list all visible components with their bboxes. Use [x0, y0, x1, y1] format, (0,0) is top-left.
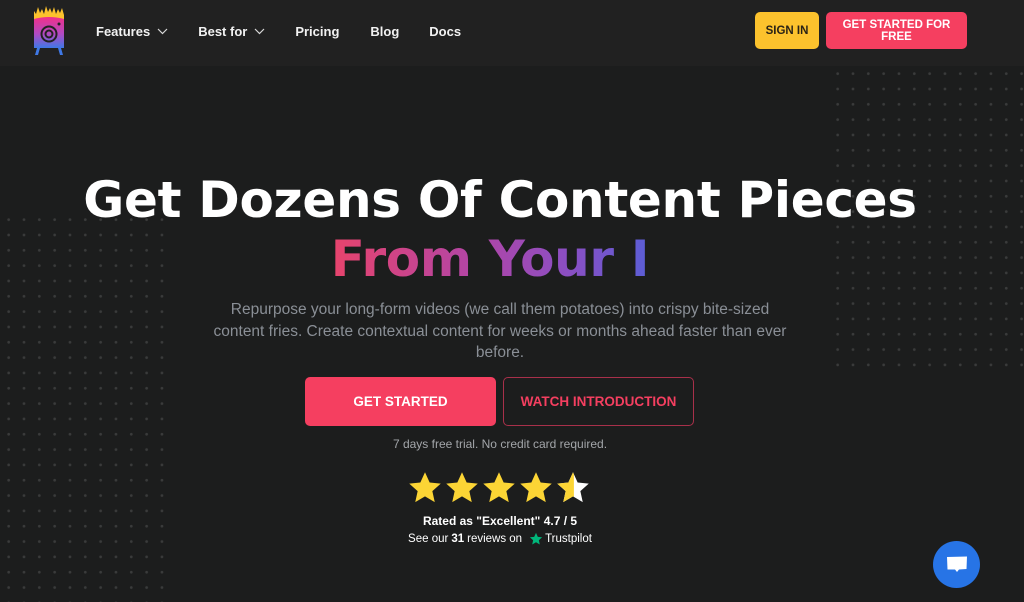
nav-item-label: Docs — [429, 23, 462, 39]
nav-item-best-for[interactable]: Best for — [198, 24, 265, 39]
navbar: Features Best for Pricing Blog Docs SIGN… — [0, 0, 1024, 66]
chevron-down-icon — [157, 28, 168, 34]
main-nav: Features Best for Pricing Blog Docs — [96, 0, 461, 62]
rating-text: Rated as "Excellent" 4.7 / 5 — [422, 514, 578, 528]
reviews-suffix: reviews on — [467, 533, 523, 545]
hero-title: Get Dozens Of Content Pieces — [83, 171, 917, 229]
trustpilot-star-icon — [529, 532, 543, 545]
star-full-icon — [409, 472, 441, 503]
rating-stars — [407, 469, 593, 507]
nav-item-label: Best for — [198, 23, 248, 39]
star-partial-icon — [557, 472, 589, 503]
chat-icon — [946, 556, 967, 572]
hero-subtitle: From Your I — [0, 228, 980, 290]
nav-item-docs[interactable]: Docs — [429, 24, 461, 39]
nav-item-label: Pricing — [295, 23, 340, 39]
sign-in-button[interactable]: SIGN IN — [755, 12, 819, 49]
nav-item-pricing[interactable]: Pricing — [295, 24, 339, 39]
star-full-icon — [520, 472, 552, 503]
chevron-down-icon — [254, 28, 265, 34]
nav-item-features[interactable]: Features — [96, 24, 168, 39]
nav-item-label: Blog — [370, 23, 400, 39]
nav-item-label: Features — [96, 23, 151, 39]
reviews-count: 31 — [451, 533, 465, 545]
hero-subtitle-text: From Your I — [330, 230, 650, 288]
reviews-link[interactable]: See our 31 reviews on Trustpilot — [0, 532, 1000, 546]
reviews-prefix: See our — [408, 533, 449, 545]
star-full-icon — [446, 472, 478, 503]
star-full-icon — [483, 472, 515, 503]
trustpilot-label: Trustpilot — [545, 533, 592, 545]
get-started-button[interactable]: GET STARTED — [305, 377, 496, 426]
trial-note: 7 days free trial. No credit card requir… — [392, 437, 608, 451]
watch-introduction-button[interactable]: WATCH INTRODUCTION — [503, 377, 694, 426]
get-started-free-button[interactable]: GET STARTED FOR FREE — [826, 12, 967, 49]
landing-page: Features Best for Pricing Blog Docs SIGN… — [0, 0, 1024, 602]
fries-camera-logo-icon — [34, 6, 64, 55]
nav-item-blog[interactable]: Blog — [370, 24, 399, 39]
logo-link[interactable] — [31, 5, 67, 55]
hero-description: Repurpose your long-form videos (we call… — [213, 301, 787, 361]
chat-widget-button[interactable] — [933, 541, 980, 588]
